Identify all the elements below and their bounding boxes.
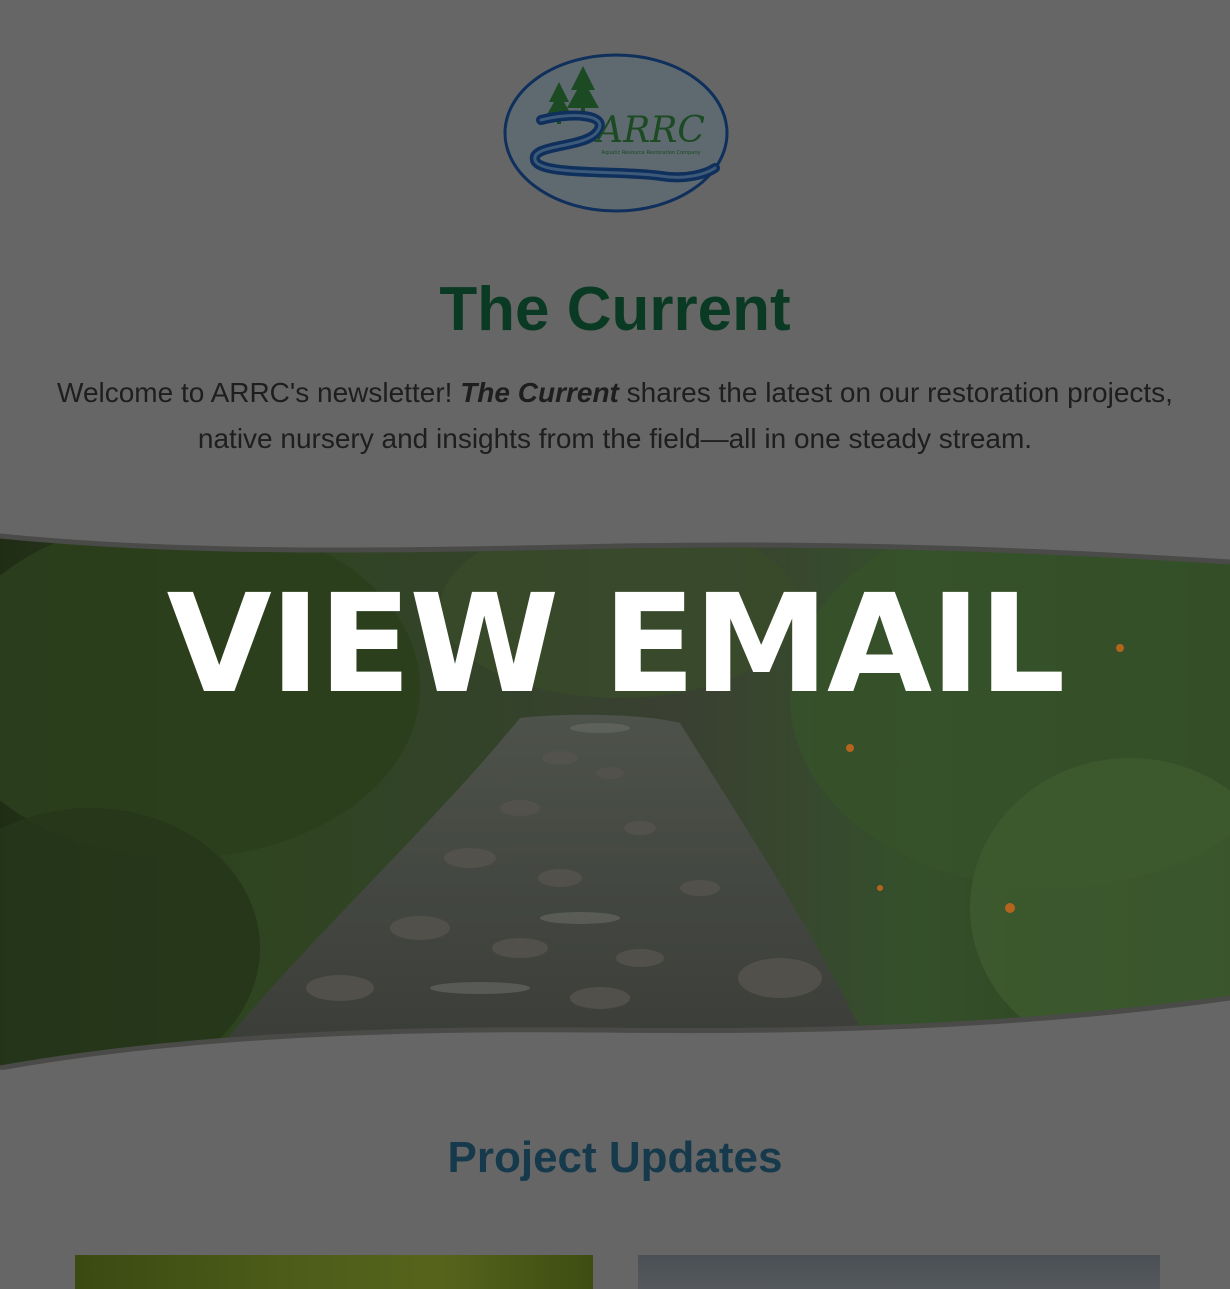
logo-wordmark: ARRC bbox=[594, 110, 705, 151]
arrc-logo-icon: ARRC Aquatic Resource Restoration Compan… bbox=[503, 53, 729, 213]
newsletter-page: ARRC Aquatic Resource Restoration Compan… bbox=[0, 0, 1230, 1289]
project-card-image-left[interactable] bbox=[75, 1255, 593, 1289]
view-email-link[interactable]: VIEW EMAIL bbox=[0, 570, 1230, 720]
intro-lead: Welcome to ARRC's newsletter! bbox=[57, 377, 461, 408]
project-card-image-right[interactable] bbox=[638, 1255, 1160, 1289]
newsletter-title: The Current bbox=[439, 275, 791, 344]
arrc-logo[interactable]: ARRC Aquatic Resource Restoration Compan… bbox=[501, 52, 731, 214]
project-updates-heading: Project Updates bbox=[447, 1133, 783, 1182]
intro-emphasis: The Current bbox=[460, 377, 619, 408]
intro-paragraph: Welcome to ARRC's newsletter! The Curren… bbox=[40, 370, 1190, 462]
logo-tagline: Aquatic Resource Restoration Company bbox=[602, 150, 701, 156]
